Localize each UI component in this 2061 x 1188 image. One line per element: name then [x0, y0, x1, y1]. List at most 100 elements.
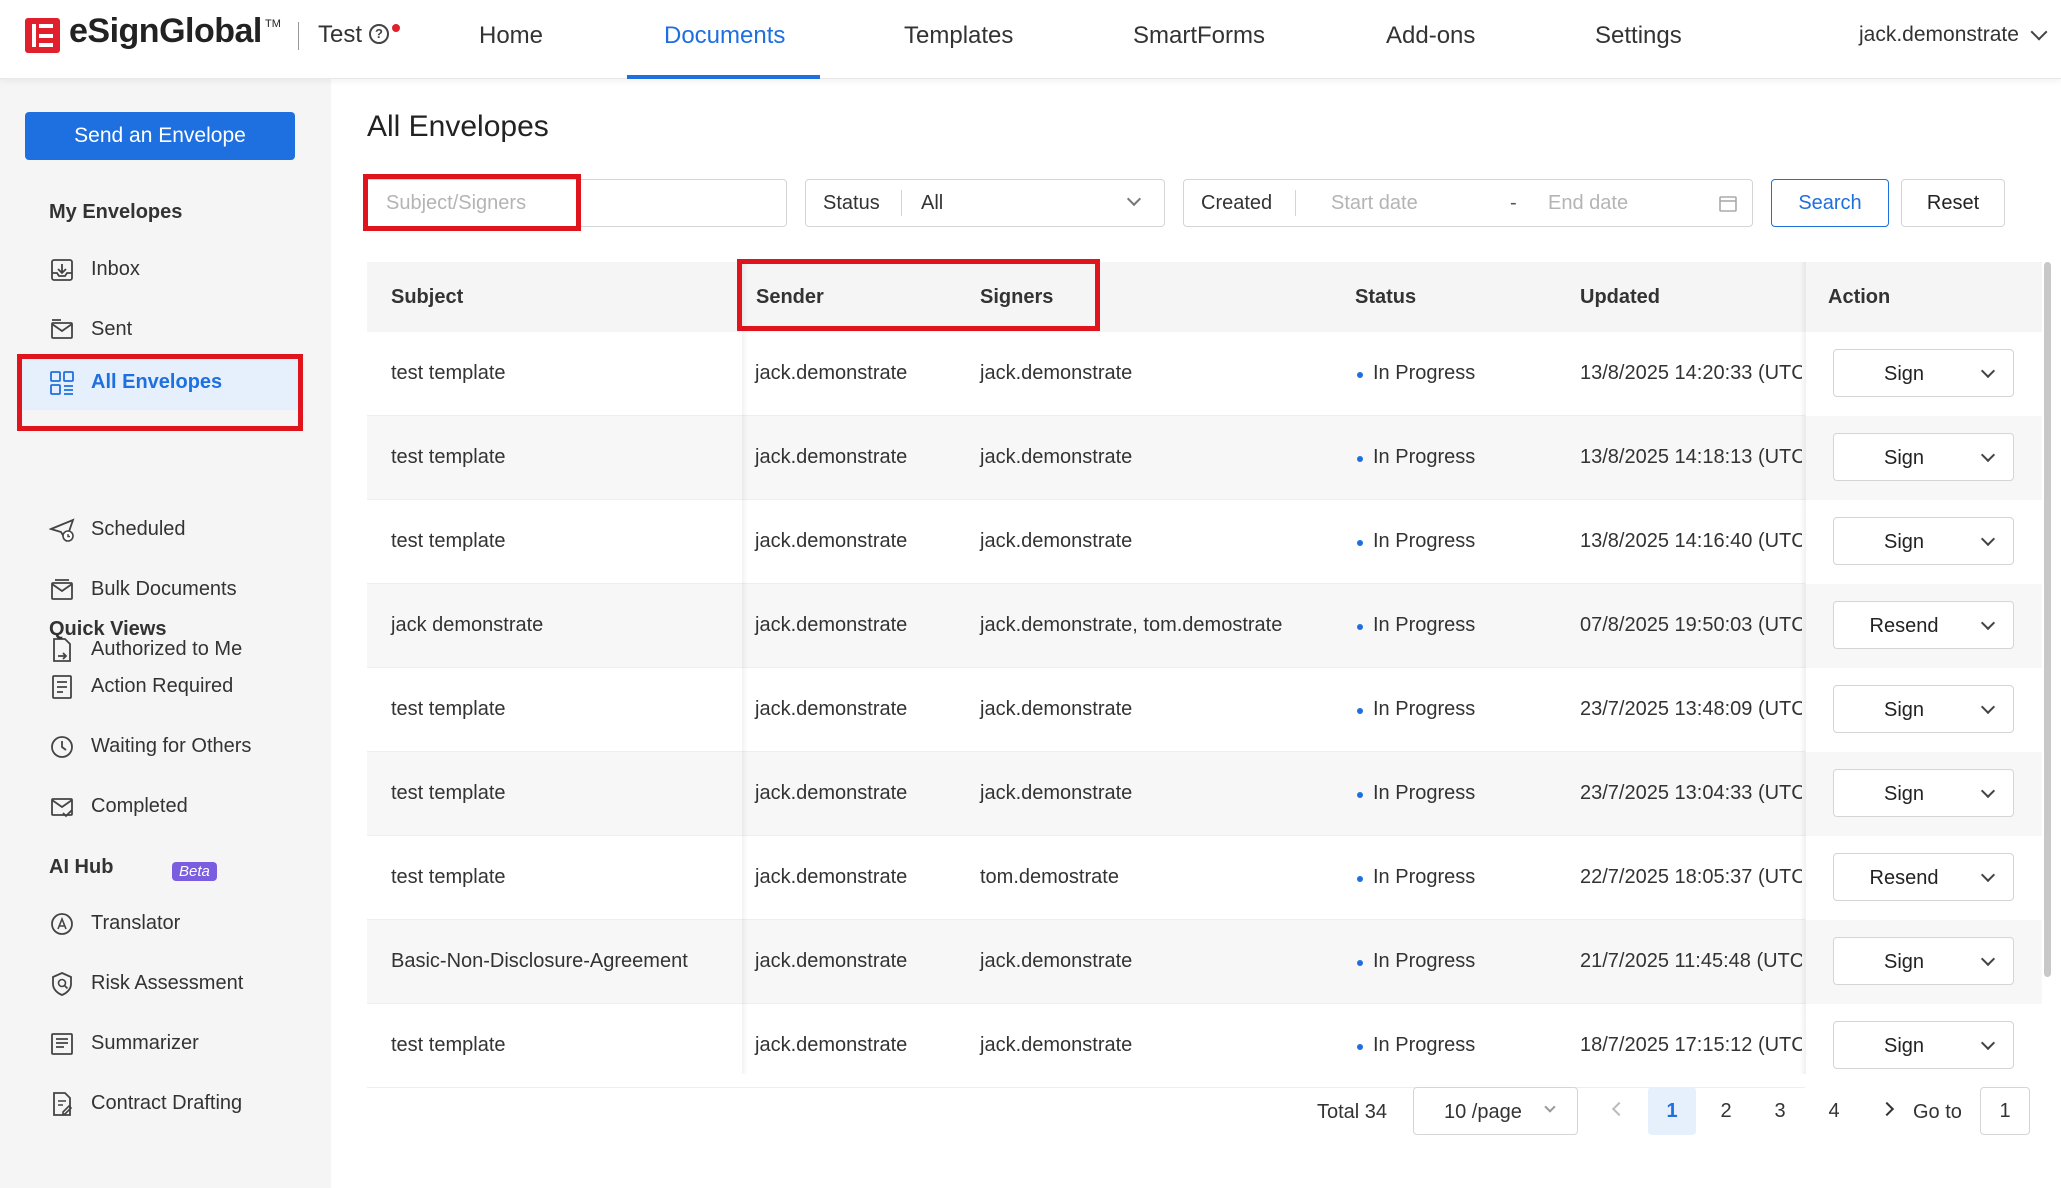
- chevron-down-icon[interactable]: [1980, 1035, 1996, 1051]
- cell-sender: jack.demonstrate: [755, 614, 908, 636]
- chevron-down-icon[interactable]: [1980, 867, 1996, 883]
- start-date-input[interactable]: Start date: [1331, 192, 1418, 215]
- table-row[interactable]: test template jack.demonstrate jack.demons…: [367, 752, 2042, 836]
- chevron-down-icon[interactable]: [1980, 363, 1996, 379]
- divider: [901, 190, 902, 216]
- sidebar-item-waiting-for-others[interactable]: Waiting for Others: [49, 727, 299, 767]
- send-envelope-button[interactable]: Send an Envelope: [25, 112, 295, 160]
- search-input[interactable]: Subject/Signers: [363, 179, 787, 227]
- calendar-icon[interactable]: [1719, 194, 1737, 212]
- sidebar-item-completed[interactable]: Completed: [49, 787, 299, 827]
- page-size-select[interactable]: 10 /page: [1413, 1087, 1578, 1135]
- chevron-down-icon[interactable]: [1980, 531, 1996, 547]
- brand-name: eSignGlobal: [69, 12, 262, 50]
- column-header-updated: Updated: [1580, 286, 1660, 308]
- row-action-button[interactable]: Sign: [1833, 1021, 2014, 1069]
- cell-subject[interactable]: jack demonstrate: [391, 614, 543, 637]
- row-action-button[interactable]: Sign: [1833, 769, 2014, 817]
- status-dot-icon: [1357, 960, 1363, 966]
- row-action-label: Sign: [1883, 363, 1925, 385]
- row-action-label: Sign: [1883, 699, 1925, 721]
- column-header-status: Status: [1355, 286, 1417, 308]
- table-row[interactable]: test template jack.demonstrate jack.demons…: [367, 668, 2042, 752]
- chevron-down-icon[interactable]: [2030, 23, 2048, 41]
- bulk-icon: [51, 579, 73, 600]
- help-icon[interactable]: ?: [369, 24, 389, 44]
- chevron-down-icon[interactable]: [1980, 783, 1996, 799]
- cell-subject[interactable]: test template: [391, 782, 506, 805]
- sidebar-item-scheduled[interactable]: Scheduled: [49, 510, 299, 550]
- user-menu[interactable]: jack.demonstrate: [1859, 23, 2019, 47]
- row-action-button[interactable]: Resend: [1833, 853, 2014, 901]
- goto-page-input[interactable]: 1: [1980, 1087, 2030, 1135]
- status-select[interactable]: Status All: [805, 179, 1165, 227]
- nav-home[interactable]: Home: [479, 22, 543, 50]
- sidebar-item-label: Inbox: [91, 258, 140, 280]
- sidebar-item-label: Action Required: [91, 675, 234, 697]
- sidebar-item-inbox[interactable]: Inbox: [49, 250, 299, 290]
- nav-addons[interactable]: Add-ons: [1386, 22, 1475, 50]
- row-action-button[interactable]: Sign: [1833, 349, 2014, 397]
- sidebar-item-label: Scheduled: [91, 518, 186, 540]
- cell-subject[interactable]: test template: [391, 698, 506, 721]
- prev-page-icon[interactable]: [1611, 1101, 1627, 1117]
- status-dot-icon: [1357, 624, 1363, 630]
- cell-sender: jack.demonstrate: [755, 530, 908, 552]
- sidebar-item-risk-assessment[interactable]: Risk Assessment: [49, 964, 299, 1004]
- sidebar-item-label: Translator: [91, 912, 181, 934]
- page-1[interactable]: 1: [1648, 1087, 1696, 1135]
- completed-icon: [51, 798, 73, 818]
- chevron-down-icon[interactable]: [1980, 951, 1996, 967]
- created-date-range[interactable]: Created Start date - End date: [1183, 179, 1753, 227]
- clock-icon: [51, 736, 73, 758]
- table-scrollbar[interactable]: [2044, 262, 2051, 977]
- page-3[interactable]: 3: [1756, 1087, 1804, 1135]
- table-row[interactable]: test template jack.demonstrate tom.demostr…: [367, 836, 2042, 920]
- cell-subject[interactable]: test template: [391, 866, 506, 889]
- nav-documents[interactable]: Documents: [664, 22, 785, 50]
- cell-subject[interactable]: Basic-Non-Disclosure-Agreement: [391, 950, 688, 973]
- row-action-button[interactable]: Sign: [1833, 937, 2014, 985]
- search-placeholder: Subject/Signers: [386, 192, 527, 214]
- nav-templates[interactable]: Templates: [904, 22, 1013, 50]
- org-name[interactable]: Test: [318, 21, 362, 49]
- nav-settings[interactable]: Settings: [1595, 22, 1682, 50]
- chevron-down-icon[interactable]: [1980, 447, 1996, 463]
- next-page-icon[interactable]: [1879, 1101, 1895, 1117]
- sidebar-item-action-required[interactable]: Action Required: [49, 667, 299, 707]
- row-action-button[interactable]: Resend: [1833, 601, 2014, 649]
- table-row[interactable]: Basic-Non-Disclosure-Agreement jack.demon…: [367, 920, 2042, 1004]
- cell-subject[interactable]: test template: [391, 1034, 506, 1057]
- sidebar-item-contract-drafting[interactable]: Contract Drafting: [49, 1084, 299, 1124]
- page-2[interactable]: 2: [1702, 1087, 1750, 1135]
- action-cell: Sign: [1805, 332, 2042, 416]
- translator-icon: [51, 913, 73, 935]
- reset-button[interactable]: Reset: [1901, 179, 2005, 227]
- sidebar-item-sent[interactable]: Sent: [49, 310, 299, 350]
- cell-sender: jack.demonstrate: [755, 782, 908, 804]
- table-row[interactable]: test template jack.demonstrate jack.demons…: [367, 500, 2042, 584]
- table-row[interactable]: test template jack.demonstrate jack.demons…: [367, 332, 2042, 416]
- chevron-down-icon[interactable]: [1980, 699, 1996, 715]
- sidebar-item-summarizer[interactable]: Summarizer: [49, 1024, 299, 1064]
- row-action-button[interactable]: Sign: [1833, 685, 2014, 733]
- chevron-down-icon[interactable]: [1980, 615, 1996, 631]
- cell-subject[interactable]: test template: [391, 530, 506, 553]
- page-title: All Envelopes: [367, 110, 549, 143]
- table-row[interactable]: test template jack.demonstrate jack.demons…: [367, 416, 2042, 500]
- sidebar-item-translator[interactable]: Translator: [49, 904, 299, 944]
- cell-subject[interactable]: test template: [391, 446, 506, 469]
- cell-subject[interactable]: test template: [391, 362, 506, 385]
- cell-status: In Progress: [1373, 866, 1476, 888]
- end-date-input[interactable]: End date: [1548, 192, 1628, 215]
- sidebar-item-bulk-documents[interactable]: Bulk Documents: [49, 570, 299, 610]
- row-action-button[interactable]: Sign: [1833, 517, 2014, 565]
- action-required-icon: [52, 675, 72, 699]
- table-row[interactable]: test template jack.demonstrate jack.demons…: [367, 1004, 2042, 1088]
- page-4[interactable]: 4: [1810, 1087, 1858, 1135]
- nav-smartforms[interactable]: SmartForms: [1133, 22, 1265, 50]
- search-button[interactable]: Search: [1771, 179, 1889, 227]
- table-row[interactable]: jack demonstrate jack.demonstrate jack.dem…: [367, 584, 2042, 668]
- row-action-button[interactable]: Sign: [1833, 433, 2014, 481]
- sidebar-item-all-envelopes[interactable]: All Envelopes: [22, 356, 298, 410]
